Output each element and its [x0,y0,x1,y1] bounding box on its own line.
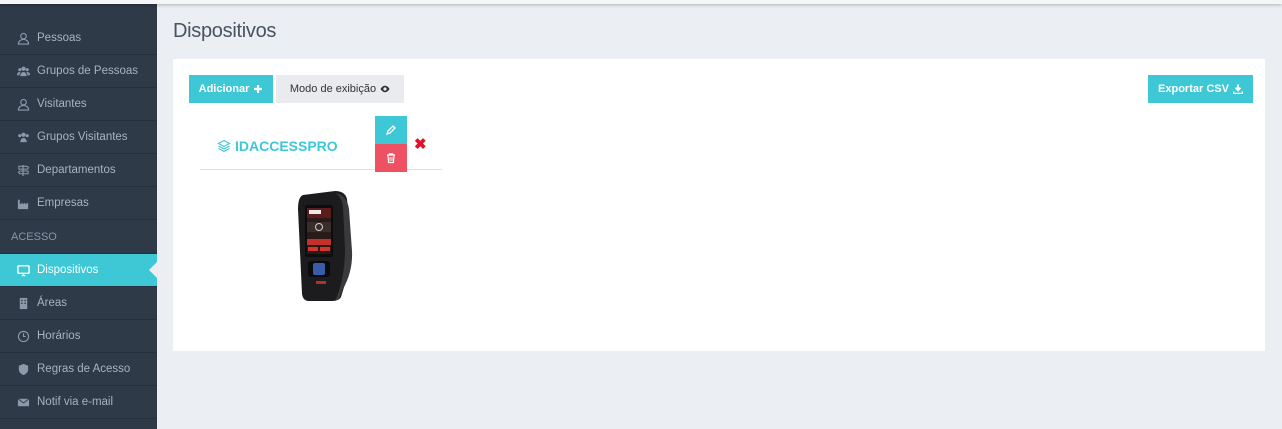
monitor-icon [16,263,30,277]
industry-icon [16,196,30,210]
edit-device-button[interactable] [375,116,407,144]
export-csv-label: Exportar CSV [1158,83,1229,95]
download-icon [1232,84,1243,94]
sidebar-item-visitantes[interactable]: Visitantes [0,88,157,121]
sidebar-item-notif-via-email[interactable]: Notif via e-mail [0,386,157,419]
sidebar-item-label: Horários [37,330,81,342]
view-mode-button[interactable]: Modo de exibição [276,75,404,103]
sidebar-item-label: Visitantes [37,98,87,110]
export-csv-button[interactable]: Exportar CSV [1148,75,1253,103]
sidebar-item-label: Notif via e-mail [37,396,114,408]
sidebar-item-label: Empresas [37,197,89,209]
top-bar [0,0,1282,4]
sidebar-item-label: Regras de Acesso [37,363,131,375]
eye-icon [380,84,390,94]
layers-icon [217,139,231,153]
sidebar-item-grupos-de-pessoas[interactable]: Grupos de Pessoas [0,55,157,88]
sidebar-item-label: Pessoas [37,32,82,44]
device-image [298,191,353,301]
view-mode-label: Modo de exibição [289,83,377,95]
add-button[interactable]: Adicionar [189,75,273,103]
device-name[interactable]: IDACCESSPRO [217,138,338,154]
sidebar-item-label: Grupos Visitantes [37,131,128,143]
sidebar-item-departamentos[interactable]: Departamentos [0,154,157,187]
user-icon [16,97,30,111]
device-name-label: IDACCESSPRO [235,138,338,154]
envelope-icon [16,395,30,409]
sidebar-item-label: Áreas [37,297,68,309]
pencil-icon [385,125,396,136]
sidebar-item-empresas[interactable]: Empresas [0,187,157,220]
sidebar-item-label: Grupos de Pessoas [37,65,139,77]
sidebar-item-grupos-visitantes[interactable]: Grupos Visitantes [0,121,157,154]
signpost-icon [16,163,30,177]
sidebar-item-areas[interactable]: Áreas [0,287,157,320]
sidebar-item-horarios[interactable]: Horários [0,320,157,353]
clock-icon [16,329,30,343]
sidebar: Pessoas Grupos de Pessoas Visitantes Gru… [0,4,157,429]
trash-icon [387,153,395,164]
building-icon [16,296,30,310]
sidebar-item-regras-de-acesso[interactable]: Regras de Acesso [0,353,157,386]
sidebar-item-pessoas[interactable]: Pessoas [0,22,157,55]
add-button-label: Adicionar [198,83,250,95]
sidebar-item-label: Departamentos [37,164,116,176]
user-icon [16,31,30,45]
users-icon [16,64,30,78]
sidebar-section-acesso: ACESSO [0,220,157,254]
close-icon[interactable]: ✖ [414,137,427,152]
delete-device-button[interactable] [375,144,407,172]
devices-panel: Adicionar Modo de exibição Exportar CSV … [173,59,1265,351]
plus-icon [253,84,263,94]
shield-icon [16,362,30,376]
page-title: Dispositivos [173,20,277,42]
users-icon [16,130,30,144]
sidebar-item-label: Dispositivos [37,264,99,276]
sidebar-item-dispositivos[interactable]: Dispositivos [0,254,157,287]
